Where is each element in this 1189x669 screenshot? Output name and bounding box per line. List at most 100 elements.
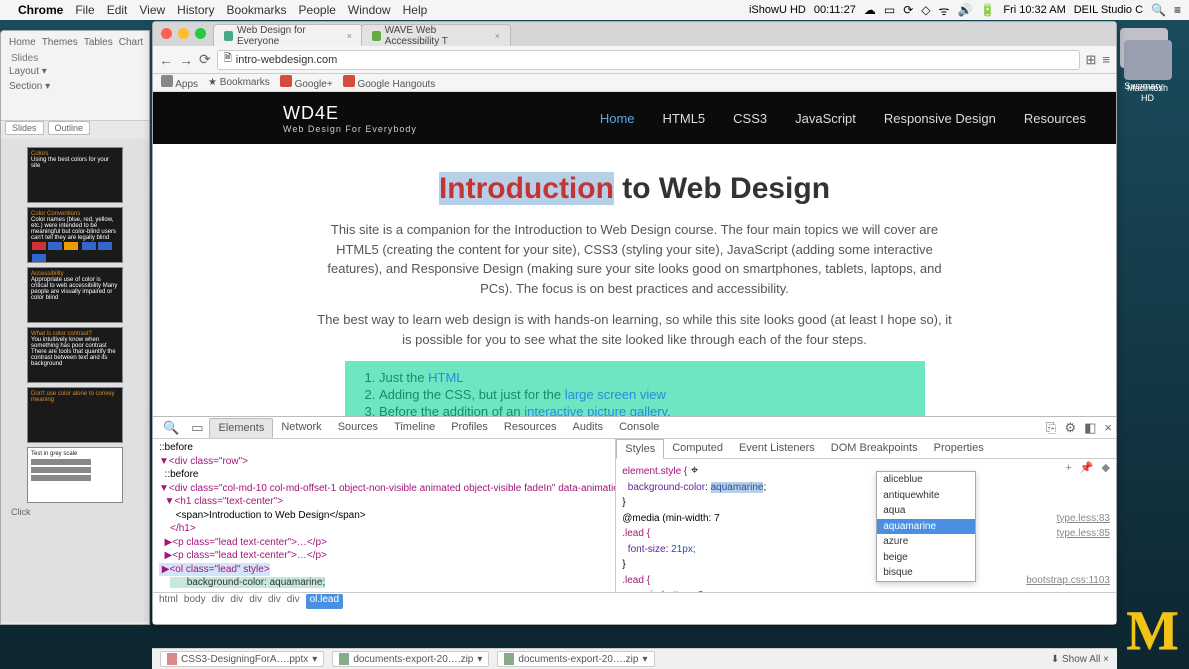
source-link[interactable]: type.less:85: [1057, 527, 1110, 541]
crumb-current[interactable]: ol.lead: [306, 594, 343, 609]
display-icon[interactable]: ▭: [884, 3, 895, 17]
toggle-state-icon[interactable]: 📌: [1080, 461, 1094, 476]
source-link[interactable]: type.less:83: [1057, 512, 1110, 526]
menu-edit[interactable]: Edit: [107, 3, 128, 17]
active-app[interactable]: Chrome: [18, 3, 63, 17]
menu-file[interactable]: File: [75, 3, 94, 17]
menu-people[interactable]: People: [299, 3, 336, 17]
show-all-downloads[interactable]: ⬇ Show All ×: [1051, 654, 1109, 665]
editing-value[interactable]: aquamarine: [711, 482, 764, 493]
dt-tab-timeline[interactable]: Timeline: [386, 418, 443, 438]
device-icon[interactable]: ▭: [185, 420, 209, 436]
download-item[interactable]: documents-export-20….zip ▾: [332, 651, 489, 667]
nav-resources[interactable]: Resources: [1024, 111, 1086, 126]
reload-button[interactable]: ⟳: [199, 51, 211, 68]
gear-icon[interactable]: ⚙: [1064, 420, 1076, 436]
ppt-layout-button[interactable]: Layout ▾: [9, 66, 47, 77]
window-controls[interactable]: [161, 28, 206, 39]
list-link[interactable]: HTML: [428, 370, 463, 385]
ac-item-selected[interactable]: aquamarine: [877, 519, 975, 535]
crumb-item[interactable]: html: [159, 594, 178, 609]
properties-tab[interactable]: Properties: [926, 439, 992, 458]
dock-icon[interactable]: ◧: [1084, 420, 1096, 436]
styles-tab[interactable]: Styles: [616, 439, 664, 459]
nav-css3[interactable]: CSS3: [733, 111, 767, 126]
slide-thumb[interactable]: Don't use color alone to convey meaning: [27, 387, 123, 443]
ppt-sidebar-slides[interactable]: Slides: [5, 121, 44, 135]
browser-tab[interactable]: WAVE Web Accessibility T×: [361, 24, 511, 46]
ac-item[interactable]: antiquewhite: [877, 488, 975, 504]
bookmark-item[interactable]: ★ Bookmarks: [208, 77, 270, 88]
slide-thumb[interactable]: Color ConventionsColor names (blue, red,…: [27, 207, 123, 263]
crumb-item[interactable]: div: [249, 594, 262, 609]
sync-icon[interactable]: ⟳: [903, 3, 913, 17]
battery-icon[interactable]: 🔋: [980, 3, 995, 17]
crumb-item[interactable]: div: [287, 594, 300, 609]
ppt-section-button[interactable]: Section ▾: [9, 81, 50, 92]
ppt-slide-panel[interactable]: ColorsUsing the best colors for your sit…: [1, 139, 149, 622]
download-item[interactable]: CSS3-DesigningForA….pptx ▾: [160, 651, 324, 667]
close-icon[interactable]: [161, 28, 172, 39]
dom-tree[interactable]: ::before ▼<div class="row"> ::before ▼<d…: [153, 439, 615, 592]
dt-tab-profiles[interactable]: Profiles: [443, 418, 496, 438]
ac-item[interactable]: beige: [877, 550, 975, 566]
wifi-icon[interactable]: ᯤ: [939, 2, 950, 19]
bookmark-item[interactable]: Google Hangouts: [343, 75, 436, 90]
desktop-hd2[interactable]: Macintosh HD: [1120, 40, 1175, 103]
crumb-item[interactable]: div: [212, 594, 225, 609]
extension-icon[interactable]: ⊞: [1086, 52, 1097, 68]
ppt-tab-themes[interactable]: Themes: [42, 37, 78, 48]
clock[interactable]: Fri 10:32 AM: [1003, 4, 1065, 16]
ppt-tab-chart[interactable]: Chart: [119, 37, 143, 48]
autocomplete-popup[interactable]: aliceblue antiquewhite aqua aquamarine a…: [876, 471, 976, 582]
download-item[interactable]: documents-export-20….zip ▾: [497, 651, 654, 667]
ppt-tab-tables[interactable]: Tables: [84, 37, 113, 48]
color-format-icon[interactable]: ◆: [1102, 461, 1110, 476]
menu-help[interactable]: Help: [403, 3, 428, 17]
ac-item[interactable]: azure: [877, 534, 975, 550]
menu-window[interactable]: Window: [348, 3, 391, 17]
source-link[interactable]: bootstrap.css:1103: [1026, 574, 1110, 588]
menu-history[interactable]: History: [177, 3, 214, 17]
dt-tab-audits[interactable]: Audits: [564, 418, 611, 438]
dt-tab-resources[interactable]: Resources: [496, 418, 565, 438]
crumb-item[interactable]: body: [184, 594, 206, 609]
menu-bookmarks[interactable]: Bookmarks: [227, 3, 287, 17]
ac-item[interactable]: aliceblue: [877, 472, 975, 488]
dt-tab-console[interactable]: Console: [611, 418, 667, 438]
menu-view[interactable]: View: [139, 3, 165, 17]
ppt-sidebar-outline[interactable]: Outline: [48, 121, 91, 135]
ac-item[interactable]: bisque: [877, 565, 975, 581]
nav-js[interactable]: JavaScript: [795, 111, 856, 126]
notifications-icon[interactable]: ≡: [1174, 3, 1181, 17]
computed-tab[interactable]: Computed: [664, 439, 731, 458]
ppt-tab-home[interactable]: Home: [9, 37, 36, 48]
dropdown-icon[interactable]: ◇: [921, 3, 930, 17]
back-button[interactable]: ←: [159, 52, 173, 68]
slide-thumb[interactable]: What is color contrast?You intuitively k…: [27, 327, 123, 383]
devtools-close-icon[interactable]: ×: [1104, 420, 1112, 436]
inspect-icon[interactable]: 🔍: [157, 420, 185, 436]
nav-rwd[interactable]: Responsive Design: [884, 111, 996, 126]
new-rule-icon[interactable]: +: [1065, 461, 1071, 476]
minimize-icon[interactable]: [178, 28, 189, 39]
chrome-menu-icon[interactable]: ≡: [1102, 52, 1110, 67]
zoom-icon[interactable]: [195, 28, 206, 39]
volume-icon[interactable]: 🔊: [957, 3, 972, 17]
apps-button[interactable]: Apps: [161, 75, 198, 90]
site-brand[interactable]: WD4E Web Design For Everybody: [283, 103, 417, 134]
address-bar[interactable]: 🗎intro-webdesign.com: [217, 50, 1080, 70]
slide-thumb[interactable]: Test in grey scale: [27, 447, 123, 503]
spotlight-icon[interactable]: 🔍: [1151, 3, 1166, 17]
dt-tab-elements[interactable]: Elements: [209, 418, 273, 438]
nav-home[interactable]: Home: [600, 111, 635, 126]
breakpoints-tab[interactable]: DOM Breakpoints: [823, 439, 926, 458]
cloud-icon[interactable]: ☁: [864, 3, 876, 17]
listeners-tab[interactable]: Event Listeners: [731, 439, 823, 458]
forward-button[interactable]: →: [179, 52, 193, 68]
slide-thumb[interactable]: AccessibilityAppropriate use of color is…: [27, 267, 123, 323]
drawer-icon[interactable]: ⎘: [1046, 420, 1056, 436]
list-link[interactable]: large screen view: [565, 387, 666, 402]
user-name[interactable]: DEIL Studio C: [1074, 4, 1143, 16]
dt-tab-sources[interactable]: Sources: [330, 418, 386, 438]
